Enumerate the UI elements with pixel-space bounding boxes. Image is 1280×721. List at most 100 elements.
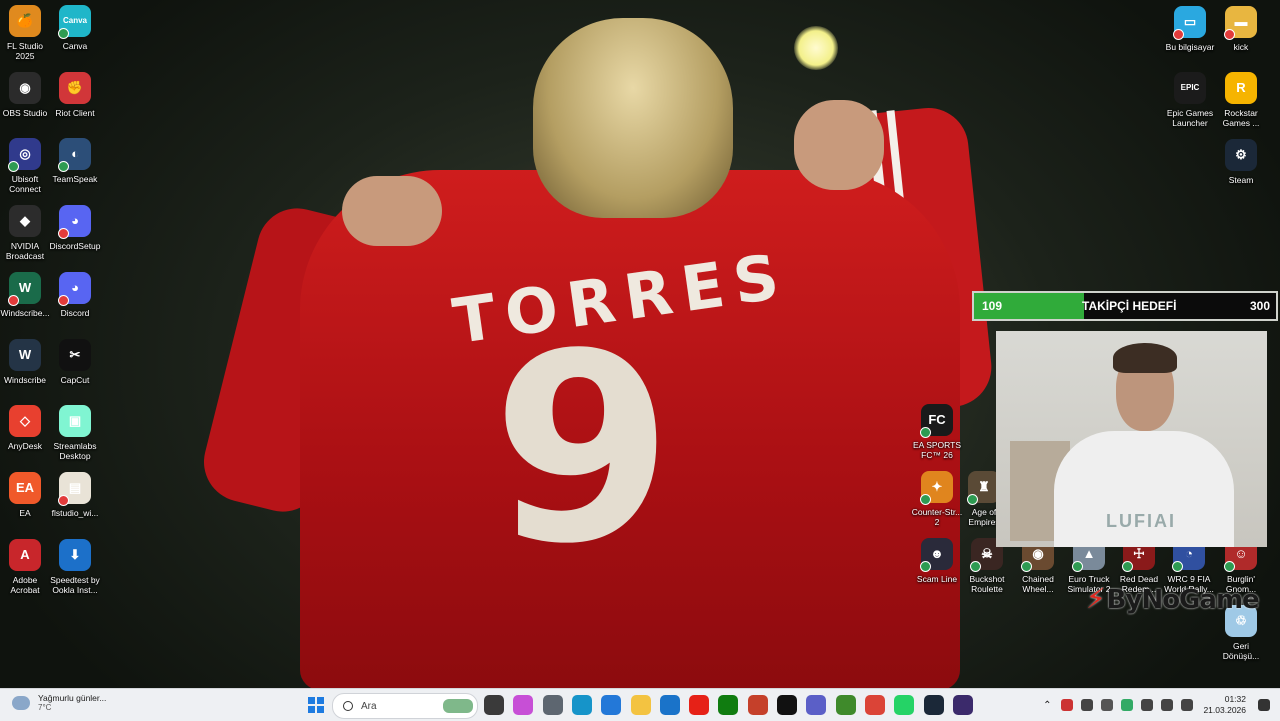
chevron-up-icon[interactable]: ⌃ [1043, 700, 1051, 711]
wifi-icon[interactable] [1141, 699, 1154, 711]
desktop-icon[interactable]: ◕ Discord [48, 271, 102, 318]
battery-icon[interactable] [1181, 699, 1194, 711]
search-placeholder: Ara [361, 700, 377, 712]
desktop-icon[interactable]: W Windscribe [0, 338, 52, 385]
desktop-icon[interactable]: FC EA SPORTS FC™ 26 [910, 404, 964, 460]
file-explorer-icon[interactable] [630, 695, 651, 715]
teams-icon[interactable] [806, 695, 827, 715]
app-icon: 🍊 [9, 5, 41, 37]
steam-icon[interactable] [923, 695, 944, 715]
desktop-icon[interactable]: ▭ Bu bilgisayar [1163, 6, 1217, 52]
edge-icon[interactable] [571, 695, 592, 715]
desktop-icon[interactable]: EPIC Epic Games Launcher [1163, 72, 1217, 128]
tray-app-icon[interactable] [1121, 699, 1134, 711]
follower-goal-bar: 109 TAKİPÇİ HEDEFİ 300 [972, 291, 1278, 321]
desktop-icon[interactable]: ▤ flstudio_wi... [48, 471, 102, 518]
desktop-icon[interactable]: R Rockstar Games ... [1214, 72, 1268, 128]
desktop-icon-label: Counter-Str... 2 [911, 507, 963, 527]
tray-app-icon[interactable] [1061, 699, 1074, 711]
calculator-icon[interactable] [542, 695, 563, 715]
clock-time: 01:32 [1224, 694, 1246, 704]
copilot-icon[interactable] [513, 695, 534, 715]
desktop-icon[interactable]: ▬ kick [1214, 6, 1268, 52]
desktop-icon[interactable]: ◎ Ubisoft Connect [0, 138, 52, 194]
desktop-icon[interactable]: ✂ CapCut [48, 338, 102, 385]
desktop-icon-label: FL Studio 2025 [6, 41, 44, 61]
sync-error-icon [58, 294, 69, 306]
app-icon: ▤ [58, 471, 91, 506]
task-view-icon[interactable] [484, 695, 504, 715]
minecraft-icon[interactable] [835, 695, 856, 715]
desktop-icon[interactable]: ◆ NVIDIA Broadcast [0, 205, 52, 261]
app-icon: ▬ [1224, 6, 1257, 40]
brand-watermark: ⚡ByNoGame [1086, 582, 1260, 615]
desktop-icon[interactable]: ◐ TeamSpeak [48, 138, 102, 184]
app-icon: ⬇ [59, 538, 91, 571]
desktop-icon-label: DiscordSetup [49, 241, 101, 252]
sync-check-icon [1172, 561, 1183, 572]
app-icon: ✦ [920, 471, 953, 505]
app-icon: ✊ [59, 71, 91, 104]
sync-error-icon [8, 294, 19, 306]
tiktok-icon[interactable] [777, 695, 797, 715]
app-icon: ◉ [9, 71, 41, 104]
desktop-icon[interactable]: ▣ Streamlabs Desktop [48, 405, 102, 461]
desktop-icon[interactable]: W Windscribe... [0, 271, 52, 318]
tray-app-icon[interactable] [1081, 699, 1094, 711]
sync-check-icon [1021, 561, 1032, 572]
clock[interactable]: 01:32 21.03.2026 [1203, 694, 1246, 716]
chrome-icon[interactable] [864, 695, 885, 715]
app-icon: FC [920, 404, 953, 438]
desktop-icon[interactable]: ◕ DiscordSetup [48, 205, 102, 251]
desktop-icon[interactable]: A Adobe Acrobat [0, 538, 52, 595]
outlook-icon[interactable] [659, 695, 680, 715]
desktop-icon-label: Scam Line [916, 574, 958, 584]
desktop-icon-label: Buckshot Roulette [969, 574, 1005, 594]
app-icon: ▭ [1173, 6, 1206, 40]
webcam-overlay: LUFIAI [996, 331, 1267, 547]
desktop-icon[interactable]: ◉ OBS Studio [0, 71, 52, 118]
desktop-icon[interactable]: ◇ AnyDesk [0, 405, 52, 451]
desktop-icon[interactable]: Canva Canva [48, 5, 102, 51]
search-highlight-icon [443, 699, 473, 713]
weather-widget[interactable]: Yağmurlu günler... 7°C [12, 693, 106, 712]
desktop-icon-label: Epic Games Launcher [1166, 108, 1214, 128]
desktop-icon[interactable]: ⬇ Speedtest by Ookla Inst... [48, 538, 102, 595]
app-icon: R [1225, 72, 1257, 104]
desktop-icon-label: AnyDesk [7, 441, 42, 452]
sync-check-icon [920, 427, 931, 438]
sync-check-icon [967, 494, 978, 505]
streamer-shirt-text: LUFIAI [1106, 511, 1176, 531]
goal-current: 109 [982, 299, 1003, 313]
desktop-icon[interactable]: 🍊 FL Studio 2025 [0, 5, 52, 61]
sync-error-icon [1173, 29, 1184, 40]
obs-icon[interactable] [952, 695, 973, 715]
desktop-icon-label: Rockstar Games ... [1222, 108, 1260, 128]
desktop-icon[interactable]: ✦ Counter-Str... 2 [910, 471, 964, 527]
desktop-icon-label: kick [1233, 42, 1249, 52]
sync-check-icon [1072, 561, 1083, 572]
app-icon: ◎ [8, 138, 41, 173]
game-app-icon[interactable] [747, 695, 768, 715]
store-icon[interactable] [601, 695, 622, 715]
desktop-icon[interactable]: ☻ Scam Line [910, 538, 964, 584]
search-icon [343, 701, 353, 711]
desktop-icon-label: Speedtest by Ookla Inst... [50, 574, 100, 595]
brand-bolt-icon: ⚡ [1086, 582, 1106, 615]
start-button[interactable] [308, 697, 324, 713]
notification-icon[interactable] [1258, 699, 1270, 711]
app-icon: Canva [58, 5, 91, 39]
desktop-icon[interactable]: EA EA [0, 471, 52, 518]
windows-logo-icon [308, 697, 315, 704]
xbox-icon[interactable] [718, 695, 739, 715]
desktop-icon[interactable]: ⚙ Steam [1214, 139, 1268, 185]
desktop-icon-label: Streamlabs Desktop [53, 441, 97, 462]
volume-icon[interactable] [1161, 699, 1174, 711]
taskbar-search[interactable]: Ara [332, 693, 478, 719]
desktop-icon[interactable]: ✊ Riot Client [48, 71, 102, 118]
whatsapp-icon[interactable] [894, 695, 915, 715]
microphone-icon[interactable] [1101, 699, 1114, 711]
youtube-icon[interactable] [689, 695, 710, 715]
app-icon: EA [9, 471, 41, 504]
weather-temperature: 7°C [38, 703, 52, 712]
